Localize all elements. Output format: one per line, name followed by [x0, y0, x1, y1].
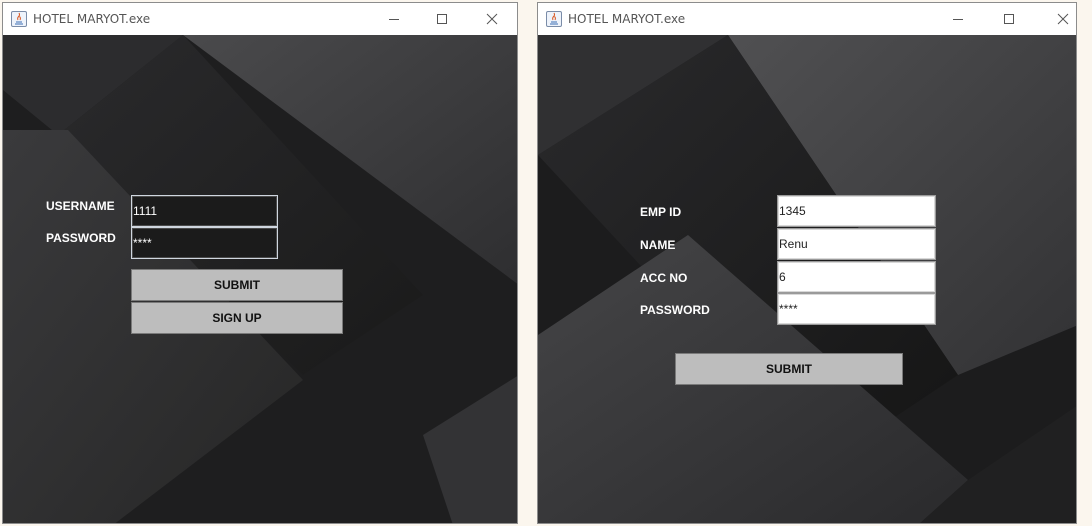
- password-input[interactable]: ****: [131, 227, 278, 259]
- submit-button[interactable]: SUBMIT: [131, 269, 343, 301]
- maximize-icon: [437, 14, 447, 24]
- minimize-button[interactable]: [371, 3, 417, 35]
- empid-label: EMP ID: [640, 205, 682, 219]
- close-icon: [1057, 13, 1069, 25]
- username-input[interactable]: 1111: [131, 195, 278, 227]
- accno-input[interactable]: 6: [777, 261, 936, 293]
- title-bar[interactable]: HOTEL MARYOT.exe: [538, 3, 1076, 35]
- empid-input[interactable]: 1345: [777, 195, 936, 227]
- minimize-button[interactable]: [935, 3, 981, 35]
- password-label: PASSWORD: [640, 303, 710, 317]
- close-button[interactable]: [1040, 3, 1076, 35]
- window-title: HOTEL MARYOT.exe: [568, 12, 686, 26]
- maximize-button[interactable]: [986, 3, 1032, 35]
- java-app-icon: [11, 11, 27, 27]
- close-button[interactable]: [469, 3, 515, 35]
- password-input[interactable]: ****: [777, 293, 936, 325]
- login-window: HOTEL MARYOT.exe USERNAME 1111 PASSWORD …: [2, 2, 518, 524]
- login-panel: USERNAME 1111 PASSWORD **** SUBMIT SIGN …: [3, 35, 517, 523]
- employee-panel: EMP ID 1345 NAME Renu ACC NO 6 PASSWORD …: [538, 35, 1076, 523]
- minimize-icon: [953, 19, 963, 20]
- maximize-icon: [1004, 14, 1014, 24]
- java-app-icon: [546, 11, 562, 27]
- window-title: HOTEL MARYOT.exe: [33, 12, 151, 26]
- submit-button[interactable]: SUBMIT: [675, 353, 903, 385]
- username-label: USERNAME: [46, 199, 115, 213]
- title-bar[interactable]: HOTEL MARYOT.exe: [3, 3, 517, 35]
- name-label: NAME: [640, 238, 676, 252]
- password-label: PASSWORD: [46, 231, 116, 245]
- maximize-button[interactable]: [419, 3, 465, 35]
- minimize-icon: [389, 19, 399, 20]
- close-icon: [486, 13, 498, 25]
- name-input[interactable]: Renu: [777, 228, 936, 260]
- signup-button[interactable]: SIGN UP: [131, 302, 343, 334]
- employee-window: HOTEL MARYOT.exe EMP ID 1345 NAME Renu A…: [537, 2, 1077, 524]
- accno-label: ACC NO: [640, 271, 688, 285]
